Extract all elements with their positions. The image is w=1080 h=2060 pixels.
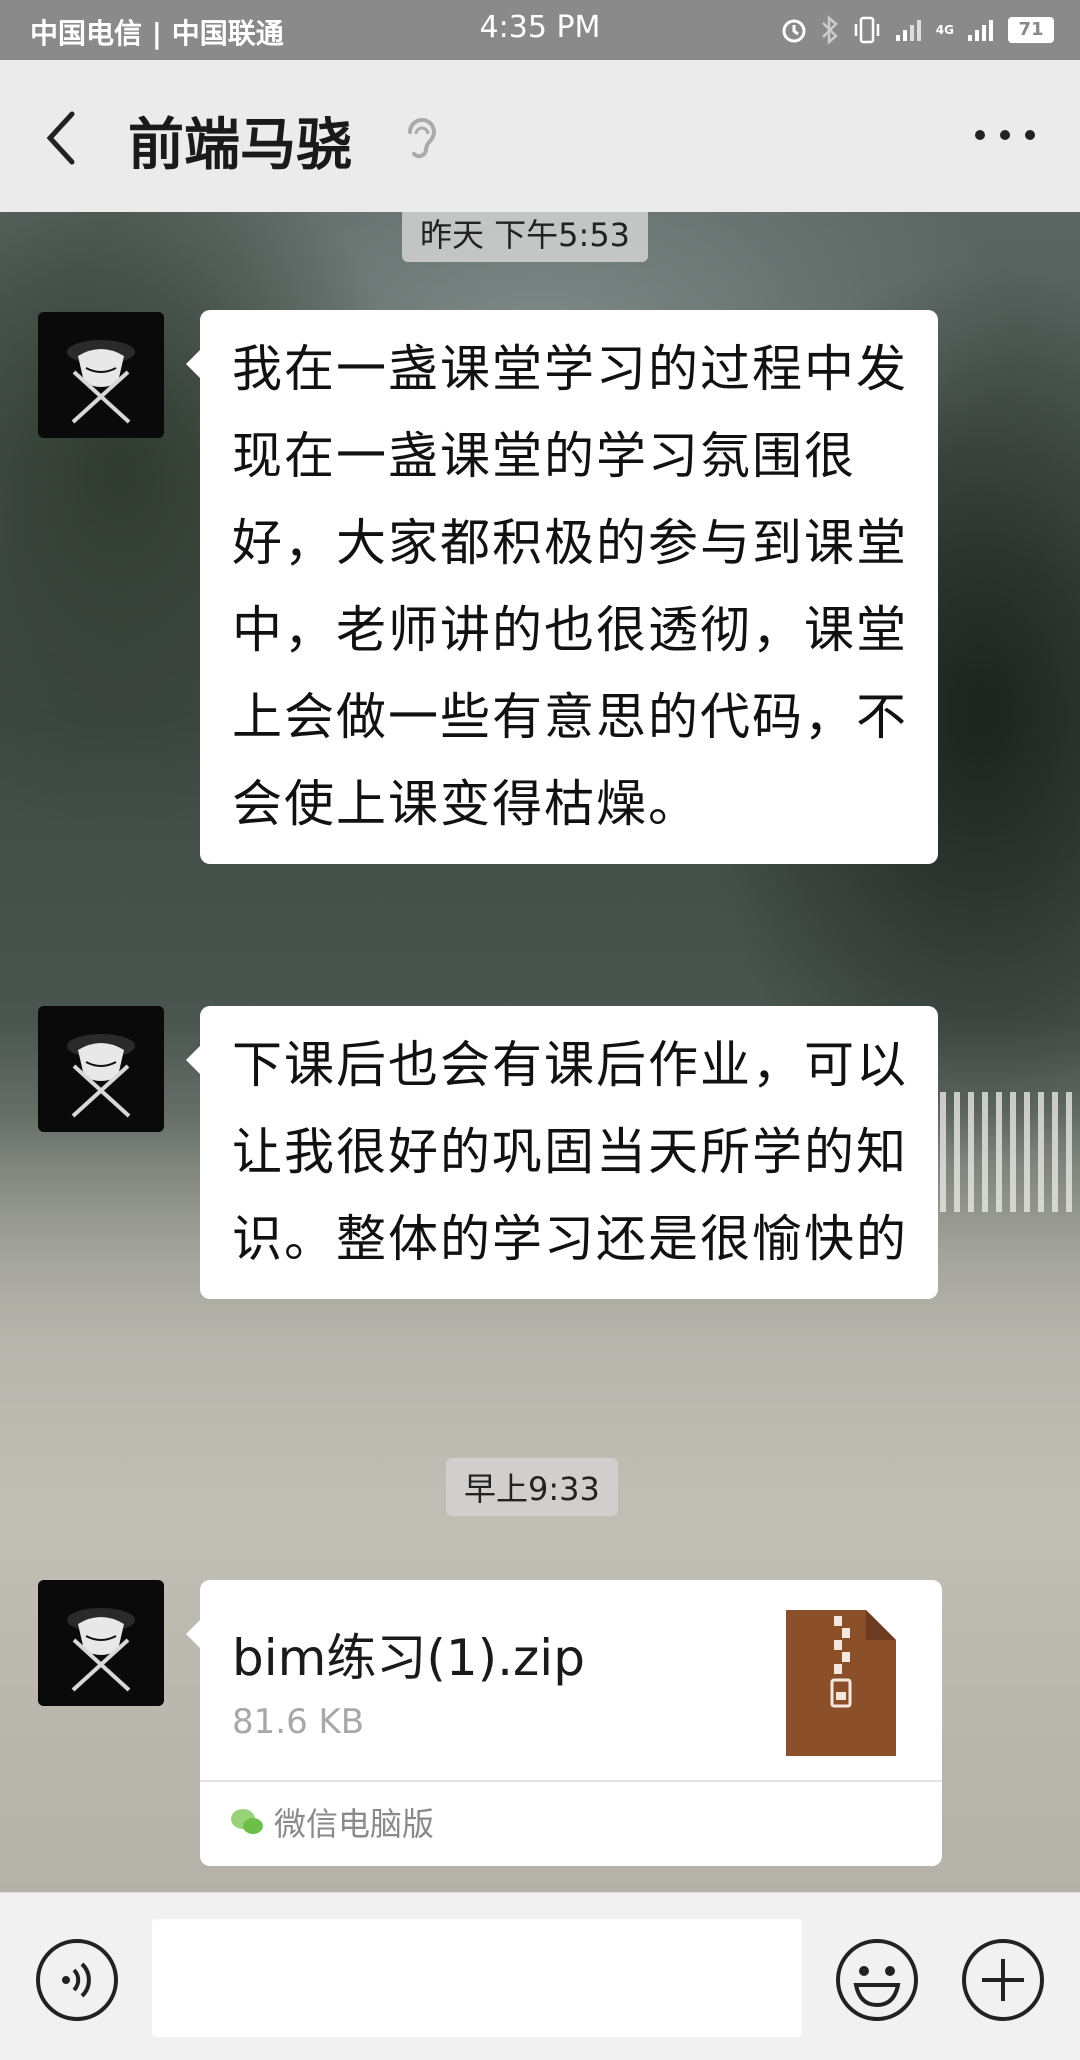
back-icon[interactable]	[38, 108, 88, 168]
status-bar: 中国电信 | 中国联通 4:35 PM 4G 71	[0, 0, 1080, 60]
plus-icon[interactable]	[960, 1937, 1046, 2023]
vibrate-icon	[854, 16, 880, 44]
avatar[interactable]	[38, 1580, 164, 1706]
more-icon[interactable]	[970, 120, 1040, 150]
avatar[interactable]	[38, 1006, 164, 1132]
timestamp: 早上9:33	[446, 1458, 618, 1516]
signal-icon	[895, 20, 921, 41]
timestamp: 昨天 下午5:53	[402, 212, 649, 262]
alarm-icon	[782, 19, 806, 43]
message-bubble[interactable]: 下课后也会有课后作业，可以让我很好的巩固当天所学的知识。整体的学习还是很愉快的	[186, 1006, 938, 1299]
avatar-mask-icon	[38, 312, 164, 438]
message-input[interactable]	[152, 1919, 802, 2037]
file-message[interactable]: bim练习(1).zip 81.6 KB 微信电脑版	[186, 1580, 942, 1866]
signal-icon	[968, 20, 993, 41]
emoji-icon[interactable]	[834, 1937, 920, 2023]
voice-icon[interactable]	[34, 1937, 120, 2023]
earpiece-icon[interactable]	[400, 112, 440, 166]
file-source-label: 微信电脑版	[274, 1805, 435, 1843]
network-type: 4G	[935, 23, 954, 37]
file-name: bim练习(1).zip	[232, 1629, 585, 1687]
status-icons: 4G 71	[780, 12, 1054, 48]
message-bubble[interactable]: 我在一盏课堂学习的过程中发现在一盏课堂的学习氛围很好，大家都积极的参与到课堂中，…	[186, 310, 938, 864]
zip-file-icon	[786, 1610, 896, 1756]
file-source: 微信电脑版	[230, 1794, 434, 1850]
avatar-mask-icon	[38, 1006, 164, 1132]
input-bar	[0, 1892, 1080, 2060]
background-fence	[940, 1092, 1080, 1212]
chat-area[interactable]: 昨天 下午5:53 我在一盏课堂学习的过程中发现在一盏课堂的学习氛围很好，大家都…	[0, 212, 1080, 1892]
wechat-icon	[231, 1809, 263, 1834]
chat-header: 前端马骁	[0, 60, 1080, 212]
bluetooth-icon	[821, 15, 838, 45]
battery-icon: 71	[1008, 17, 1054, 43]
chat-title: 前端马骁	[128, 113, 352, 178]
avatar-mask-icon	[38, 1580, 164, 1706]
avatar[interactable]	[38, 312, 164, 438]
file-size: 81.6 KB	[232, 1702, 365, 1742]
divider	[200, 1780, 942, 1782]
